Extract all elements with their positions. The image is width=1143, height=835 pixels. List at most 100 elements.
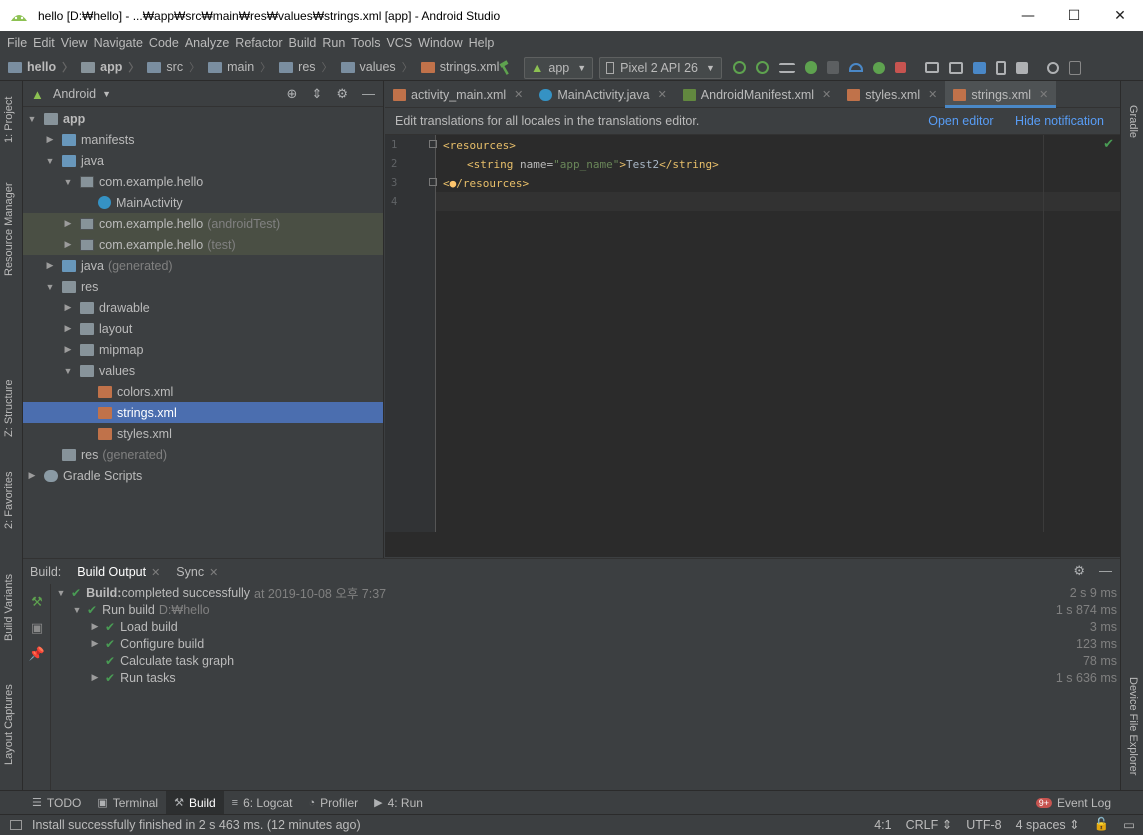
breadcrumb-strings-xml[interactable]: strings.xml [420, 60, 499, 74]
close-tab-icon[interactable]: ✕ [822, 88, 831, 101]
collapsed-arrow-icon[interactable]: ▶ [62, 218, 74, 229]
tree-item-colors-xml[interactable]: colors.xml [23, 381, 383, 402]
stop-icon[interactable] [894, 62, 906, 73]
close-tab-icon[interactable]: ✕ [514, 88, 523, 101]
apply-code-changes-icon[interactable] [755, 61, 769, 74]
tab-build-variants[interactable]: Build Variants [3, 574, 15, 641]
menu-navigate[interactable]: Navigate [94, 36, 143, 50]
menu-analyze[interactable]: Analyze [185, 36, 229, 50]
collapsed-arrow-icon[interactable]: ▶ [44, 134, 56, 145]
close-tab-icon[interactable]: ✕ [151, 567, 160, 579]
menu-window[interactable]: Window [418, 36, 462, 50]
maximize-button[interactable]: ☐ [1051, 0, 1097, 31]
collapsed-arrow-icon[interactable]: ▶ [62, 323, 74, 334]
tab-styles-xml[interactable]: styles.xml ✕ [839, 81, 945, 108]
ide-settings-icon[interactable] [1068, 60, 1081, 75]
menu-refactor[interactable]: Refactor [235, 36, 282, 50]
tab-device-file-explorer[interactable]: Device File Explorer [1127, 677, 1139, 775]
search-icon[interactable] [1046, 61, 1059, 74]
tree-item-mainactivity[interactable]: MainActivity [23, 192, 383, 213]
chevron-down-icon[interactable]: ▼ [102, 89, 111, 99]
tab-mainactivity-java[interactable]: MainActivity.java ✕ [531, 81, 674, 108]
tab-activity-main-xml[interactable]: activity_main.xml ✕ [385, 81, 531, 108]
collapsed-arrow-icon[interactable]: ▶ [89, 672, 101, 683]
tree-item-mipmap[interactable]: ▶ mipmap [23, 339, 383, 360]
line-separator[interactable]: CRLF ⇕ [906, 817, 953, 832]
tab-androidmanifest-xml[interactable]: AndroidManifest.xml ✕ [675, 81, 839, 108]
tab-structure[interactable]: Z: Structure [3, 380, 15, 437]
build-row[interactable]: ▼ ✔ Build: completed successfully at 2019-1… [52, 584, 1120, 602]
expanded-arrow-icon[interactable]: ▼ [62, 366, 74, 376]
lock-icon[interactable]: 🔓 [1094, 817, 1110, 832]
breadcrumb-hello[interactable]: hello 〉 [8, 59, 79, 75]
tool-terminal[interactable]: ▣ Terminal [89, 791, 166, 815]
memory-indicator-icon[interactable]: ▭ [1123, 817, 1135, 832]
project-view-select[interactable]: Android [53, 87, 96, 101]
build-row[interactable]: ✔ Calculate task graph 78 ms [52, 652, 1120, 669]
collapsed-arrow-icon[interactable]: ▶ [62, 344, 74, 355]
close-tab-icon[interactable]: ✕ [658, 88, 667, 101]
tab-gradle[interactable]: Gradle [1127, 105, 1139, 138]
tab-project[interactable]: 1: Project [3, 97, 15, 143]
menu-build[interactable]: Build [289, 36, 317, 50]
open-editor-link[interactable]: Open editor [928, 114, 993, 128]
device-select[interactable]: Pixel 2 API 26 ▼ [599, 56, 722, 79]
tool-todo[interactable]: ☰ TODO [24, 791, 89, 815]
collapse-all-icon[interactable]: ⇕ [311, 86, 322, 102]
tree-item-manifests[interactable]: ▶ manifests [23, 129, 383, 150]
menu-view[interactable]: View [61, 36, 88, 50]
pin-icon[interactable]: 📌 [23, 646, 51, 662]
expanded-arrow-icon[interactable]: ▼ [44, 156, 56, 166]
close-tab-icon[interactable]: ✕ [928, 88, 937, 101]
code-editor[interactable]: 1 2 3 4 <resources> <string name="app_na… [385, 135, 1120, 557]
gear-icon[interactable]: ⚙ [1073, 563, 1085, 579]
tree-item-strings-xml[interactable]: strings.xml [23, 402, 383, 423]
collapsed-arrow-icon[interactable]: ▶ [62, 302, 74, 313]
tree-item-res[interactable]: ▼ res [23, 276, 383, 297]
tree-item-values[interactable]: ▼ values [23, 360, 383, 381]
indent-setting[interactable]: 4 spaces ⇕ [1016, 817, 1080, 832]
hide-panel-icon[interactable]: — [362, 86, 375, 102]
fold-icon[interactable] [429, 178, 437, 186]
breadcrumb-app[interactable]: app 〉 [81, 59, 145, 75]
collapsed-arrow-icon[interactable]: ▶ [89, 621, 101, 632]
tab-strings-xml[interactable]: strings.xml ✕ [945, 81, 1057, 108]
menu-tools[interactable]: Tools [351, 36, 380, 50]
tree-item-package[interactable]: ▼ com.example.hello [23, 171, 383, 192]
tree-item-package-androidtest[interactable]: ▶ com.example.hello (androidTest) [23, 213, 383, 234]
event-log[interactable]: 9+ Event Log [1035, 791, 1111, 815]
layout-inspector-icon[interactable] [948, 61, 963, 74]
toggle-view-icon[interactable]: ▣ [23, 620, 51, 636]
menu-code[interactable]: Code [149, 36, 179, 50]
minimize-button[interactable]: — [1005, 0, 1051, 31]
fold-icon[interactable] [429, 140, 437, 148]
collapsed-arrow-icon[interactable]: ▶ [89, 638, 101, 649]
breadcrumb-main[interactable]: main 〉 [208, 59, 277, 75]
make-project-hammer-icon[interactable] [498, 59, 514, 76]
collapsed-arrow-icon[interactable]: ▶ [62, 239, 74, 250]
tool-build[interactable]: ⚒ Build [166, 790, 224, 815]
run-icon[interactable] [778, 62, 795, 73]
tab-resource-manager[interactable]: Resource Manager [3, 182, 15, 276]
project-structure-icon[interactable] [924, 62, 939, 73]
tab-layout-captures[interactable]: Layout Captures [3, 684, 15, 765]
breadcrumb-values[interactable]: values 〉 [340, 59, 419, 75]
attach-process-icon[interactable] [872, 61, 885, 74]
menu-vcs[interactable]: VCS [386, 36, 412, 50]
close-tab-icon[interactable]: ✕ [209, 567, 218, 579]
locate-file-icon[interactable]: ⊕ [287, 86, 298, 102]
close-button[interactable]: ✕ [1097, 0, 1143, 31]
tree-item-java-generated[interactable]: ▶ java (generated) [23, 255, 383, 276]
build-row[interactable]: ▼ ✔ Run build D:₩hello 1 s 874 ms [52, 601, 1120, 618]
tab-sync[interactable]: Sync ✕ [176, 565, 218, 579]
tab-favorites[interactable]: 2: Favorites [3, 472, 15, 529]
close-tab-icon[interactable]: ✕ [1039, 88, 1048, 101]
menu-run[interactable]: Run [322, 36, 345, 50]
gear-icon[interactable]: ⚙ [336, 86, 348, 102]
profile-gauge-icon[interactable] [848, 63, 863, 72]
debug-bug-icon[interactable] [804, 61, 817, 74]
tool-logcat[interactable]: ≡ 6: Logcat [224, 791, 301, 815]
tree-item-styles-xml[interactable]: styles.xml [23, 423, 383, 444]
collapsed-arrow-icon[interactable]: ▶ [44, 260, 56, 271]
tree-item-layout[interactable]: ▶ layout [23, 318, 383, 339]
